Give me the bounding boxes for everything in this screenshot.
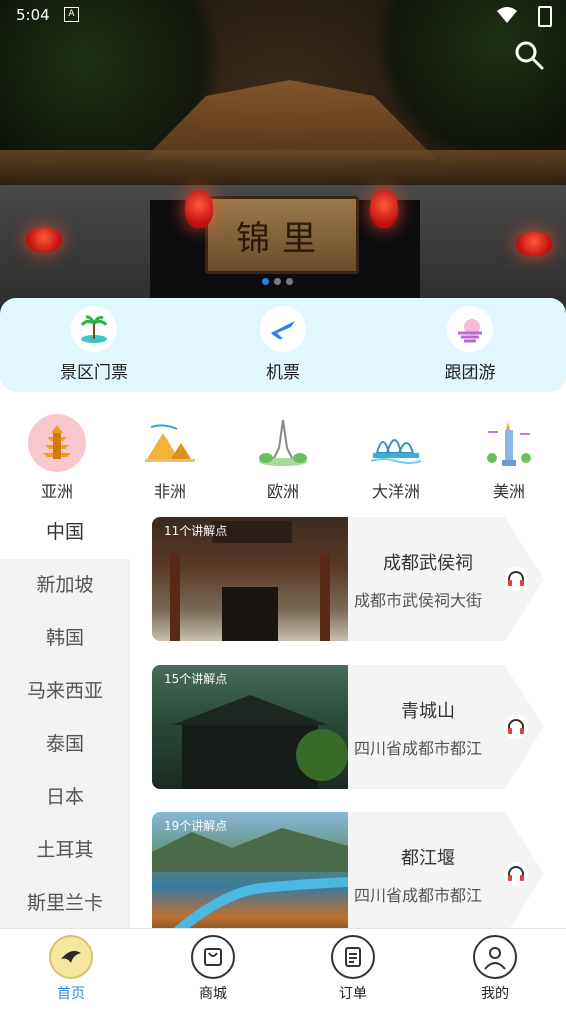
nav-profile[interactable]: 我的 [450, 935, 540, 1003]
country-sidebar: 中国 新加坡 韩国 马来西亚 泰国 日本 土耳其 斯里兰卡 [0, 506, 130, 928]
continent-asia[interactable]: 亚洲 [17, 414, 97, 502]
airplane-icon [260, 306, 306, 352]
status-bar: 5:04 A [0, 0, 566, 30]
service-scenic-tickets[interactable]: 景区门票 [34, 306, 154, 383]
headphones-icon[interactable] [504, 567, 528, 591]
service-label: 机票 [266, 363, 300, 383]
attraction-card[interactable]: 11个讲解点 成都武侯祠 成都市武侯祠大街 [152, 517, 544, 641]
pyramid-icon [141, 414, 199, 472]
pagoda-icon [28, 414, 86, 472]
home-bird-icon [49, 935, 93, 979]
nav-home[interactable]: 首页 [26, 935, 116, 1003]
sidebar-item-thailand[interactable]: 泰国 [0, 718, 130, 771]
continent-label: 亚洲 [40, 482, 73, 501]
eiffel-tower-icon [254, 414, 312, 472]
continent-label: 大洋洲 [371, 482, 420, 501]
sidebar-item-turkey[interactable]: 土耳其 [0, 824, 130, 877]
attraction-address: 四川省成都市都江 [354, 739, 483, 758]
lantern [516, 232, 552, 256]
continent-africa[interactable]: 非洲 [130, 414, 210, 502]
headphones-icon[interactable] [504, 715, 528, 739]
nav-label: 我的 [481, 986, 509, 1002]
attraction-list: 11个讲解点 成都武侯祠 成都市武侯祠大街 15个讲解点 青城山 四川省成都市都… [130, 506, 566, 928]
audio-point-count: 19个讲解点 [164, 819, 228, 833]
attraction-card[interactable]: 15个讲解点 青城山 四川省成都市都江 [152, 665, 544, 789]
wifi-icon [496, 6, 518, 28]
search-icon[interactable] [514, 40, 544, 70]
gate-sign: 锦里 [205, 196, 359, 274]
statue-of-liberty-icon [480, 414, 538, 472]
notification-icon: A [64, 7, 79, 22]
nav-label: 首页 [57, 986, 85, 1002]
service-group-tour[interactable]: 跟团游 [410, 306, 530, 383]
sunset-tour-icon [447, 306, 493, 352]
nav-label: 商城 [199, 986, 227, 1002]
banner-dot[interactable] [286, 278, 293, 285]
sidebar-item-korea[interactable]: 韩国 [0, 612, 130, 665]
attraction-name: 都江堰 [401, 848, 455, 869]
sidebar-item-sri-lanka[interactable]: 斯里兰卡 [0, 877, 130, 930]
bottom-nav: 首页 商城 订单 我的 [0, 928, 566, 1009]
attraction-address: 四川省成都市都江 [354, 886, 483, 905]
services-panel: 景区门票 机票 跟团游 [0, 298, 566, 392]
attraction-card[interactable]: 19个讲解点 都江堰 四川省成都市都江 [152, 812, 544, 928]
continent-europe[interactable]: 欧洲 [243, 414, 323, 502]
order-list-icon [331, 935, 375, 979]
status-time: 5:04 [16, 6, 50, 24]
service-label: 景区门票 [60, 363, 128, 383]
continent-oceania[interactable]: 大洋洲 [356, 414, 436, 502]
nav-orders[interactable]: 订单 [308, 935, 398, 1003]
lantern [185, 190, 213, 228]
banner-dot[interactable] [274, 278, 281, 285]
continent-label: 欧洲 [266, 482, 299, 501]
continent-label: 非洲 [153, 482, 186, 501]
sidebar-item-malaysia[interactable]: 马来西亚 [0, 665, 130, 718]
opera-house-icon [367, 414, 425, 472]
service-flights[interactable]: 机票 [223, 306, 343, 383]
banner-dot[interactable] [262, 278, 269, 285]
continent-label: 美洲 [492, 482, 525, 501]
shopping-bag-icon [191, 935, 235, 979]
lantern [370, 190, 398, 228]
nav-label: 订单 [339, 986, 367, 1002]
battery-icon [538, 6, 552, 27]
sidebar-item-japan[interactable]: 日本 [0, 771, 130, 824]
profile-icon [473, 935, 517, 979]
attraction-name: 青城山 [401, 701, 455, 722]
island-ticket-icon [71, 306, 117, 352]
hero-banner[interactable]: 锦里 [0, 0, 566, 318]
lantern [26, 228, 62, 252]
audio-point-count: 11个讲解点 [164, 524, 228, 538]
service-label: 跟团游 [444, 363, 496, 383]
sidebar-item-china[interactable]: 中国 [0, 506, 130, 559]
banner-pagination [262, 278, 293, 285]
headphones-icon[interactable] [504, 862, 528, 886]
continent-americas[interactable]: 美洲 [469, 414, 549, 502]
gate-eaves [0, 150, 566, 190]
sidebar-item-singapore[interactable]: 新加坡 [0, 559, 130, 612]
attraction-name: 成都武侯祠 [383, 553, 473, 574]
audio-point-count: 15个讲解点 [164, 672, 228, 686]
continent-tabs: 亚洲 非洲 欧洲 大洋洲 美洲 [0, 404, 566, 506]
nav-shop[interactable]: 商城 [168, 935, 258, 1003]
attraction-address: 成都市武侯祠大街 [354, 591, 483, 610]
